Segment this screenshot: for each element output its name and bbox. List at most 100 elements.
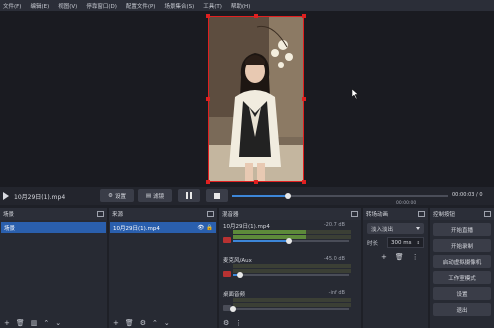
- volume-slider-fill: [233, 240, 289, 242]
- source-list-item[interactable]: 10月29日(1).mp4 👁 🔒: [110, 222, 216, 233]
- volume-slider-handle[interactable]: [236, 272, 243, 278]
- remove-transition-icon[interactable]: 🗑: [395, 253, 404, 261]
- pause-button[interactable]: [178, 189, 200, 202]
- undock-icon[interactable]: [351, 211, 358, 217]
- exit-button[interactable]: 退出: [433, 303, 491, 316]
- move-up-icon[interactable]: ⌃: [43, 319, 49, 327]
- menu-help[interactable]: 帮助(H): [228, 2, 256, 10]
- channel-name: 10月29日(1).mp4: [223, 224, 270, 230]
- source-properties-icon[interactable]: ⚙: [140, 319, 146, 327]
- resize-handle-left[interactable]: [206, 97, 210, 101]
- video-frame-image: [209, 17, 303, 181]
- resize-handle-bottom-right[interactable]: [302, 180, 306, 184]
- resize-handle-bottom[interactable]: [254, 180, 258, 184]
- time-elapsed: 00:00:00: [396, 201, 417, 206]
- undock-icon[interactable]: [418, 211, 425, 217]
- settings-button[interactable]: 设置: [433, 287, 491, 300]
- sources-toolbar: + 🗑 ⚙ ⌃ ⌄: [109, 318, 217, 328]
- channel-db: -inf dB: [328, 290, 345, 296]
- move-up-icon[interactable]: ⌃: [152, 319, 158, 327]
- seek-bar-progress: [232, 195, 288, 197]
- menu-edit[interactable]: 编辑(E): [27, 2, 55, 10]
- volume-meter: [233, 298, 351, 302]
- start-recording-button[interactable]: 开始录制: [433, 239, 491, 252]
- duration-row: 时长 300 ms ⇕: [367, 237, 424, 248]
- menu-tools[interactable]: 工具(T): [200, 2, 228, 10]
- mixer-channel: 桌面音频 -inf dB: [223, 288, 357, 322]
- resize-handle-right[interactable]: [302, 97, 306, 101]
- start-virtual-camera-button[interactable]: 启动虚拟摄像机: [433, 255, 491, 268]
- source-list-item-label: 10月29日(1).mp4: [113, 225, 160, 232]
- controls-dock-header: 控制按钮: [430, 208, 494, 220]
- filters-button[interactable]: ▤ 滤镜: [138, 189, 172, 202]
- volume-slider-handle[interactable]: [285, 238, 292, 244]
- menu-docks[interactable]: 停靠窗口(D): [83, 2, 123, 10]
- undock-icon[interactable]: [97, 211, 104, 217]
- volume-meter: [233, 303, 351, 307]
- settings-button[interactable]: ⚙ 设置: [100, 189, 134, 202]
- menu-file[interactable]: 文件(F): [0, 2, 27, 10]
- volume-meter: [233, 230, 351, 234]
- controls-dock-title: 控制按钮: [433, 212, 456, 218]
- channel-db: -45.0 dB: [323, 256, 345, 262]
- mixer-toolbar: ⚙ ⋮: [219, 318, 361, 328]
- mixer-channel: 10月29日(1).mp4 -20.7 dB: [223, 220, 357, 254]
- mute-icon[interactable]: [223, 237, 231, 243]
- volume-slider[interactable]: [230, 306, 349, 312]
- add-scene-icon[interactable]: +: [4, 319, 10, 327]
- mute-icon[interactable]: [223, 271, 231, 277]
- resize-handle-top[interactable]: [254, 14, 258, 18]
- seek-bar-handle[interactable]: [285, 193, 291, 199]
- transitions-dock-title: 转场动画: [366, 212, 389, 218]
- duration-value: 300 ms: [391, 239, 412, 246]
- undock-icon[interactable]: [207, 211, 214, 217]
- volume-slider[interactable]: [233, 238, 349, 244]
- volume-slider[interactable]: [233, 272, 349, 278]
- filters-button-label: 滤镜: [153, 193, 165, 200]
- spinner-arrows-icon[interactable]: ⇕: [417, 240, 420, 245]
- add-transition-icon[interactable]: +: [381, 253, 387, 261]
- mixer-channel-list: 10月29日(1).mp4 -20.7 dB 麦克风/Aux -45.0 dB 桌面音频…: [219, 220, 361, 322]
- more-options-icon[interactable]: ⋮: [412, 253, 419, 261]
- channel-name: 桌面音频: [223, 292, 246, 298]
- add-source-icon[interactable]: +: [113, 319, 119, 327]
- volume-slider-handle[interactable]: [230, 306, 236, 312]
- stop-button[interactable]: [206, 189, 228, 202]
- start-streaming-button[interactable]: 开始直播: [433, 223, 491, 236]
- channel-db: -20.7 dB: [323, 222, 345, 228]
- undock-icon[interactable]: [484, 211, 491, 217]
- duration-input[interactable]: 300 ms ⇕: [387, 237, 424, 248]
- menu-bar: 文件(F) 编辑(E) 视图(V) 停靠窗口(D) 配置文件(P) 场景集合(S…: [0, 0, 494, 11]
- menu-view[interactable]: 视图(V): [55, 2, 83, 10]
- scene-list-item[interactable]: 场景: [1, 222, 106, 233]
- transition-select[interactable]: 淡入淡出: [367, 223, 424, 234]
- menu-profile[interactable]: 配置文件(P): [123, 2, 162, 10]
- source-controls: 👁 🔒: [197, 225, 213, 231]
- eye-icon[interactable]: 👁: [197, 225, 204, 231]
- resize-handle-bottom-left[interactable]: [206, 180, 210, 184]
- remove-source-icon[interactable]: 🗑: [125, 319, 134, 327]
- scene-list-item-label: 场景: [4, 225, 16, 232]
- remove-scene-icon[interactable]: 🗑: [16, 319, 25, 327]
- gear-icon: ⚙: [108, 192, 113, 199]
- menu-scene-collection[interactable]: 场景集合(S): [161, 2, 200, 10]
- controls-dock: 控制按钮 开始直播 开始录制 启动虚拟摄像机 工作室模式 设置 退出: [430, 208, 494, 328]
- scene-filters-icon[interactable]: ▥: [31, 319, 38, 327]
- scenes-dock-title: 场景: [3, 212, 15, 218]
- advanced-audio-icon[interactable]: ⚙: [223, 319, 229, 327]
- sources-dock: 来源 10月29日(1).mp4 👁 🔒 + 🗑 ⚙ ⌃ ⌄: [109, 208, 217, 328]
- resize-handle-top-right[interactable]: [302, 14, 306, 18]
- lock-icon[interactable]: 🔒: [206, 225, 213, 231]
- move-down-icon[interactable]: ⌄: [55, 319, 61, 327]
- move-down-icon[interactable]: ⌄: [164, 319, 170, 327]
- resize-handle-top-left[interactable]: [206, 14, 210, 18]
- more-options-icon[interactable]: ⋮: [235, 319, 242, 327]
- volume-meter: [233, 269, 351, 273]
- play-icon[interactable]: [3, 192, 9, 200]
- filter-icon: ▤: [145, 192, 152, 199]
- video-source-preview[interactable]: [208, 16, 304, 182]
- studio-mode-button[interactable]: 工作室模式: [433, 271, 491, 284]
- volume-meter: [233, 264, 351, 268]
- transition-buttons-row: + 🗑 ⋮: [367, 251, 424, 262]
- preview-canvas[interactable]: [0, 11, 494, 187]
